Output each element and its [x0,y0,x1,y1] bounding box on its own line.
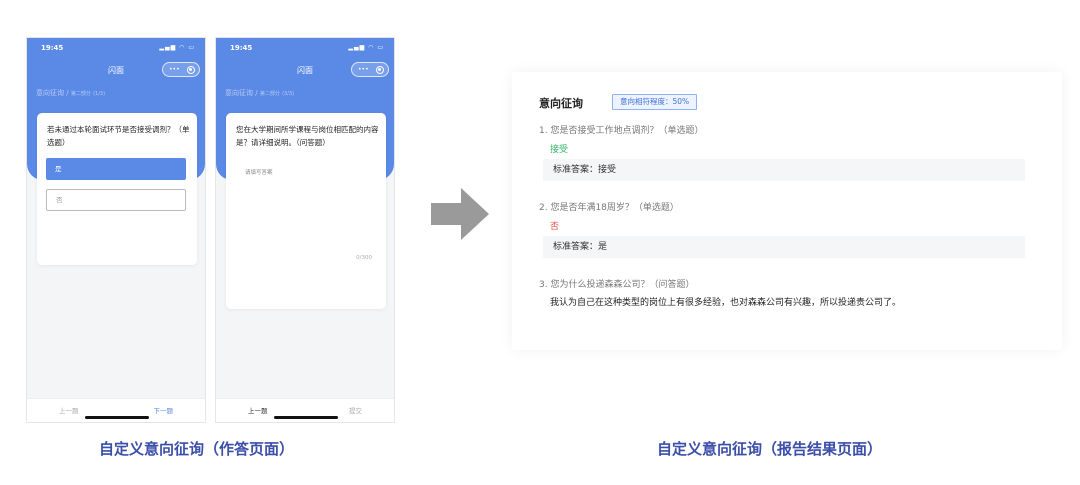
standard-answer-2: 标准答案：是 [543,236,1025,258]
report-title: 意向征询 [539,97,583,110]
standard-answer-1: 标准答案：接受 [543,159,1025,181]
status-time: 19:45 [41,44,64,52]
question-text: 若未通过本轮面试环节是否接受调剂？（单选题） [47,125,190,147]
report-question-3: 3. 您为什么投递森森公司？（问答题） [539,280,695,290]
breadcrumb-separator: / [66,89,69,97]
breadcrumb-progress: (3/3) [282,91,295,97]
prev-question-button[interactable]: 上一题 [248,405,268,415]
breadcrumb-part: 第二部分 [70,91,91,97]
target-icon[interactable] [187,66,195,74]
breadcrumb-separator: / [255,89,258,97]
status-bar: 19:45 ▂▄▆ ◠ ▭ [216,44,394,56]
report-question-2: 2. 您是否年满18周岁？（单选题） [539,203,679,213]
question-card: 若未通过本轮面试环节是否接受调剂？（单选题） 是 否 [37,113,197,265]
prev-question-button[interactable]: 上一题 [59,405,79,415]
home-indicator [85,416,149,419]
battery-icon: ▭ [377,44,384,51]
mini-program-capsule[interactable]: ••• [162,62,200,77]
bottom-bar: 上一题 提交 [216,398,394,422]
breadcrumb: 意向征询 / 第二部分 (3/3) [225,88,294,98]
breadcrumb-part: 第二部分 [259,91,280,97]
question-text: 您在大学期间所学课程与岗位相匹配的内容是？请详细说明。（问答题） [236,125,379,147]
phone-answer-text: 19:45 ▂▄▆ ◠ ▭ 闪面 ••• 意向征询 / 第二部分 (3/3) 您… [215,37,395,423]
status-icons: ▂▄▆ ◠ ▭ [159,44,195,51]
more-dots-icon[interactable]: ••• [169,66,180,73]
battery-icon: ▭ [188,44,195,51]
caption-answer-page: 自定义意向征询（作答页面） [99,440,295,458]
phone-answer-single: 19:45 ▂▄▆ ◠ ▭ 闪面 ••• 意向征询 / 第二部分 (1/3) 若… [26,37,206,423]
signal-icon: ▂▄▆ [348,44,366,51]
status-bar: 19:45 ▂▄▆ ◠ ▭ [27,44,205,56]
bottom-bar: 上一题 下一题 [27,398,205,422]
more-dots-icon[interactable]: ••• [358,66,369,73]
option-no[interactable]: 否 [46,189,186,211]
wifi-icon: ◠ [179,44,186,51]
breadcrumb: 意向征询 / 第二部分 (1/3) [36,88,105,98]
wifi-icon: ◠ [368,44,375,51]
char-count: 0/300 [356,255,372,261]
home-indicator [274,416,338,419]
question-card: 您在大学期间所学课程与岗位相匹配的内容是？请详细说明。（问答题） 请填写答案 0… [226,113,386,309]
answer-textarea[interactable]: 请填写答案 [245,168,273,176]
right-arrow-icon [431,188,489,240]
status-time: 19:45 [230,44,253,52]
report-panel: 意向征询 意向相符程度：50% 1. 您是否接受工作地点调剂？（单选题） 接受 … [512,72,1062,350]
next-question-button[interactable]: 下一题 [154,405,174,415]
report-answer-2: 否 [550,222,560,232]
target-icon[interactable] [376,66,384,74]
signal-icon: ▂▄▆ [159,44,177,51]
mini-program-capsule[interactable]: ••• [351,62,389,77]
status-icons: ▂▄▆ ◠ ▭ [348,44,384,51]
breadcrumb-progress: (1/3) [93,91,106,97]
report-answer-1: 接受 [550,145,569,155]
submit-button[interactable]: 提交 [349,405,362,415]
report-answer-3: 我认为自己在这种类型的岗位上有很多经验，也对森森公司有兴趣，所以投递贵公司了。 [550,298,902,308]
report-question-1: 1. 您是否接受工作地点调剂？（单选题） [539,126,704,136]
option-yes[interactable]: 是 [46,158,186,180]
breadcrumb-section: 意向征询 [36,89,64,97]
breadcrumb-section: 意向征询 [225,89,253,97]
caption-report-page: 自定义意向征询（报告结果页面） [657,440,883,458]
match-degree-badge: 意向相符程度：50% [612,94,698,110]
